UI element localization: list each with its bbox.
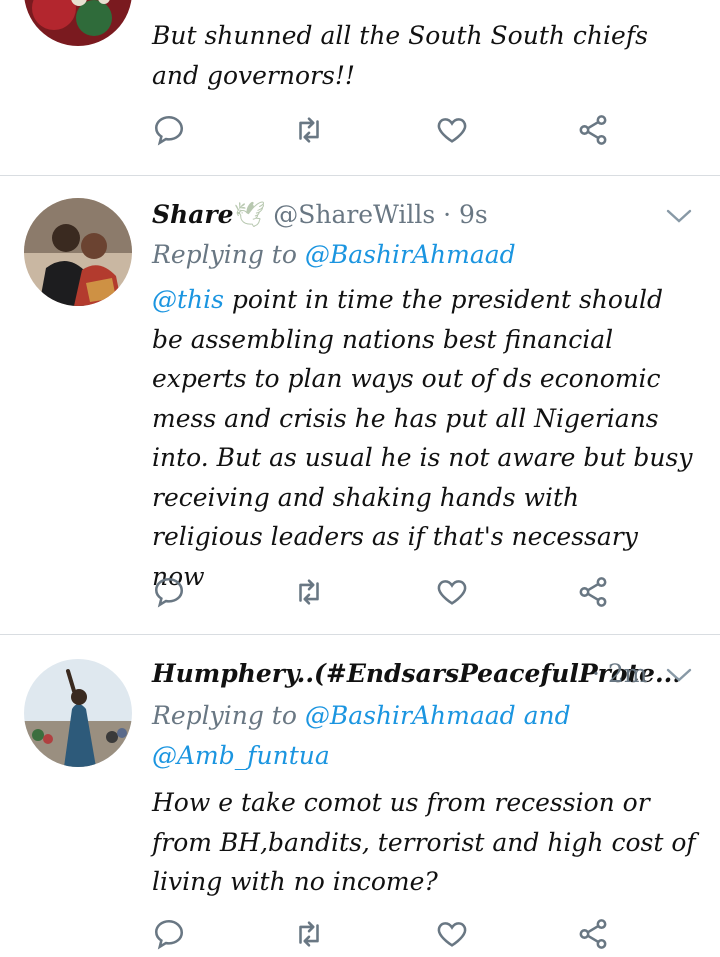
retweet-button[interactable] — [292, 575, 332, 615]
like-button[interactable] — [435, 113, 475, 153]
like-button[interactable] — [435, 917, 475, 957]
dove-emoji: 🕊 — [233, 200, 266, 229]
replying-to-label: Replying to — [152, 240, 305, 269]
reply-icon — [154, 577, 184, 608]
tweet-actions — [152, 113, 632, 153]
chevron-down-icon — [666, 209, 692, 223]
heart-icon — [437, 118, 467, 143]
replying-to: Replying to @BashirAhmaad and — [152, 701, 571, 730]
like-button[interactable] — [435, 575, 475, 615]
timestamp: · 9s — [443, 200, 488, 229]
reply-icon — [154, 919, 184, 950]
user-handle[interactable]: @ShareWills — [273, 200, 435, 229]
retweet-icon — [299, 921, 319, 947]
mention-link[interactable]: @BashirAhmaad — [305, 240, 516, 269]
retweet-button[interactable] — [292, 113, 332, 153]
replying-to-label: Replying to — [152, 701, 305, 730]
heart-icon — [437, 922, 467, 947]
tweet-3[interactable]: Humphery..(#EndsarsPeacefulProte... · 2m… — [0, 635, 720, 950]
tweet-header: Share🕊 @ShareWills · 9s — [152, 200, 488, 230]
retweet-button[interactable] — [292, 917, 332, 957]
timestamp: · 2m — [592, 659, 648, 688]
mention-link[interactable]: @BashirAhmaad and — [305, 701, 571, 730]
tweet-text: point in time the president should be as… — [152, 285, 693, 591]
timestamp-wrap: · 2m — [592, 659, 648, 688]
reply-button[interactable] — [152, 917, 192, 957]
reply-button[interactable] — [152, 575, 192, 615]
more-options-button[interactable] — [664, 206, 694, 226]
tweet-body: How e take comot us from recession or fr… — [152, 788, 696, 896]
share-icon — [579, 919, 607, 949]
chevron-down-icon — [666, 668, 692, 682]
mention-link[interactable]: @this — [152, 285, 224, 314]
replying-to-2: @Amb_funtua — [152, 741, 330, 770]
reply-icon — [154, 115, 184, 146]
tweet-body: @this point in time the president should… — [152, 280, 697, 596]
retweet-icon — [299, 579, 319, 605]
heart-icon — [437, 580, 467, 605]
share-icon — [579, 115, 607, 145]
replying-to: Replying to @BashirAhmaad — [152, 240, 516, 269]
display-name[interactable]: Share — [152, 200, 234, 229]
reply-button[interactable] — [152, 113, 192, 153]
avatar[interactable] — [24, 659, 132, 767]
tweet-1[interactable]: But shunned all the South South chiefs a… — [0, 0, 720, 175]
share-icon — [579, 577, 607, 607]
tweet-2[interactable]: Share🕊 @ShareWills · 9s Replying to @Bas… — [0, 176, 720, 634]
tweet-actions — [152, 575, 632, 615]
share-button[interactable] — [576, 575, 616, 615]
tweet-actions — [152, 917, 632, 957]
share-button[interactable] — [576, 917, 616, 957]
retweet-icon — [299, 117, 319, 143]
avatar[interactable] — [24, 198, 132, 306]
avatar[interactable] — [24, 0, 132, 46]
mention-link[interactable]: @Amb_funtua — [152, 741, 330, 770]
more-options-button[interactable] — [664, 665, 694, 685]
tweet-body: But shunned all the South South chiefs a… — [152, 21, 648, 90]
share-button[interactable] — [576, 113, 616, 153]
